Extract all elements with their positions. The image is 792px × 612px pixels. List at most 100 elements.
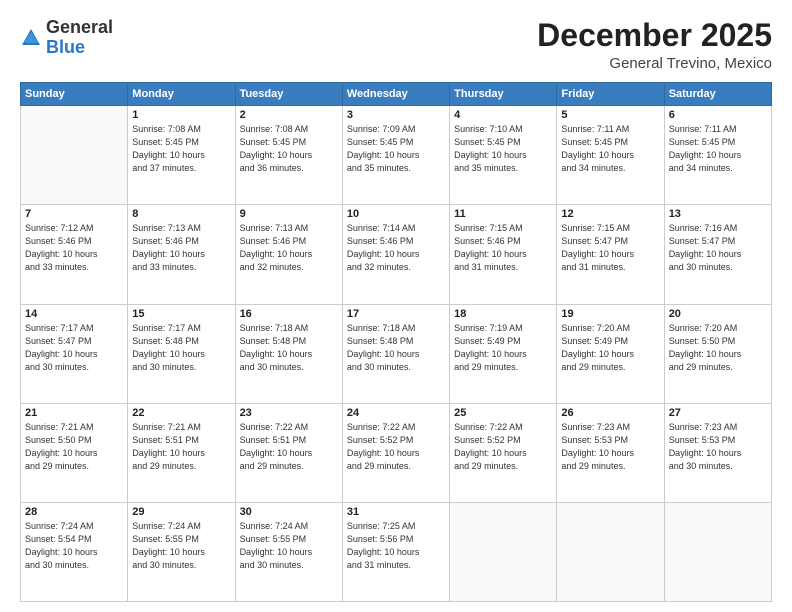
day-number: 12 [561,208,659,220]
calendar-week-row: 28 Sunrise: 7:24 AMSunset: 5:54 PMDayligh… [21,502,772,601]
day-number: 13 [669,208,767,220]
day-info: Sunrise: 7:22 AMSunset: 5:52 PMDaylight:… [454,421,552,473]
day-info: Sunrise: 7:11 AMSunset: 5:45 PMDaylight:… [561,123,659,175]
weekday-header: Saturday [664,83,771,106]
day-info: Sunrise: 7:24 AMSunset: 5:55 PMDaylight:… [240,520,338,572]
day-number: 30 [240,506,338,518]
month-title: December 2025 [537,18,772,53]
day-number: 16 [240,308,338,320]
logo-general: General [46,17,113,37]
day-info: Sunrise: 7:14 AMSunset: 5:46 PMDaylight:… [347,222,445,274]
calendar-cell: 15Sunrise: 7:17 AMSunset: 5:48 PMDayligh… [128,304,235,403]
calendar-cell: 25Sunrise: 7:22 AMSunset: 5:52 PMDayligh… [450,403,557,502]
calendar-cell: 6 Sunrise: 7:11 AMSunset: 5:45 PMDaylight… [664,106,771,205]
logo-text: General Blue [46,18,113,58]
day-info: Sunrise: 7:24 AMSunset: 5:54 PMDaylight:… [25,520,123,572]
day-number: 11 [454,208,552,220]
day-number: 20 [669,308,767,320]
weekday-header: Tuesday [235,83,342,106]
day-info: Sunrise: 7:08 AMSunset: 5:45 PMDaylight:… [240,123,338,175]
day-number: 24 [347,407,445,419]
weekday-header: Thursday [450,83,557,106]
day-number: 3 [347,109,445,121]
calendar-cell: 28 Sunrise: 7:24 AMSunset: 5:54 PMDayligh… [21,502,128,601]
day-info: Sunrise: 7:20 AMSunset: 5:49 PMDaylight:… [561,322,659,374]
calendar-cell: 5 Sunrise: 7:11 AMSunset: 5:45 PMDaylight… [557,106,664,205]
day-info: Sunrise: 7:21 AMSunset: 5:50 PMDaylight:… [25,421,123,473]
calendar-cell [450,502,557,601]
calendar-cell: 31 Sunrise: 7:25 AMSunset: 5:56 PMDayligh… [342,502,449,601]
weekday-header: Wednesday [342,83,449,106]
calendar-cell: 22 Sunrise: 7:21 AMSunset: 5:51 PMDayligh… [128,403,235,502]
calendar-week-row: 1 Sunrise: 7:08 AMSunset: 5:45 PMDaylight… [21,106,772,205]
day-info: Sunrise: 7:22 AMSunset: 5:52 PMDaylight:… [347,421,445,473]
calendar-cell: 30 Sunrise: 7:24 AMSunset: 5:55 PMDayligh… [235,502,342,601]
calendar-cell: 7 Sunrise: 7:12 AMSunset: 5:46 PMDaylight… [21,205,128,304]
calendar-cell: 10 Sunrise: 7:14 AMSunset: 5:46 PMDayligh… [342,205,449,304]
calendar-week-row: 7 Sunrise: 7:12 AMSunset: 5:46 PMDaylight… [21,205,772,304]
day-info: Sunrise: 7:11 AMSunset: 5:45 PMDaylight:… [669,123,767,175]
calendar-cell: 1Sunrise: 7:08 AMSunset: 5:45 PMDaylight… [128,106,235,205]
logo-icon [20,27,42,49]
calendar-cell: 24 Sunrise: 7:22 AMSunset: 5:52 PMDayligh… [342,403,449,502]
day-number: 23 [240,407,338,419]
calendar-cell: 17Sunrise: 7:18 AMSunset: 5:48 PMDayligh… [342,304,449,403]
title-area: December 2025 General Trevino, Mexico [537,18,772,72]
calendar-cell: 14Sunrise: 7:17 AMSunset: 5:47 PMDayligh… [21,304,128,403]
day-number: 7 [25,208,123,220]
day-number: 31 [347,506,445,518]
day-info: Sunrise: 7:12 AMSunset: 5:46 PMDaylight:… [25,222,123,274]
calendar-cell [557,502,664,601]
day-info: Sunrise: 7:22 AMSunset: 5:51 PMDaylight:… [240,421,338,473]
logo-blue: Blue [46,37,85,57]
day-number: 6 [669,109,767,121]
calendar-cell [664,502,771,601]
calendar-cell: 19Sunrise: 7:20 AMSunset: 5:49 PMDayligh… [557,304,664,403]
calendar-cell: 3 Sunrise: 7:09 AMSunset: 5:45 PMDaylight… [342,106,449,205]
day-number: 8 [132,208,230,220]
day-info: Sunrise: 7:17 AMSunset: 5:48 PMDaylight:… [132,322,230,374]
day-info: Sunrise: 7:20 AMSunset: 5:50 PMDaylight:… [669,322,767,374]
calendar-cell: 16 Sunrise: 7:18 AMSunset: 5:48 PMDayligh… [235,304,342,403]
weekday-header: Monday [128,83,235,106]
calendar-cell: 23 Sunrise: 7:22 AMSunset: 5:51 PMDayligh… [235,403,342,502]
calendar-cell: 26Sunrise: 7:23 AMSunset: 5:53 PMDayligh… [557,403,664,502]
calendar-week-row: 14Sunrise: 7:17 AMSunset: 5:47 PMDayligh… [21,304,772,403]
calendar-cell: 21Sunrise: 7:21 AMSunset: 5:50 PMDayligh… [21,403,128,502]
day-info: Sunrise: 7:25 AMSunset: 5:56 PMDaylight:… [347,520,445,572]
calendar-cell: 27Sunrise: 7:23 AMSunset: 5:53 PMDayligh… [664,403,771,502]
calendar-cell [21,106,128,205]
calendar-cell: 11 Sunrise: 7:15 AMSunset: 5:46 PMDayligh… [450,205,557,304]
day-number: 29 [132,506,230,518]
day-number: 4 [454,109,552,121]
day-info: Sunrise: 7:10 AMSunset: 5:45 PMDaylight:… [454,123,552,175]
location-title: General Trevino, Mexico [537,55,772,72]
day-number: 28 [25,506,123,518]
day-info: Sunrise: 7:21 AMSunset: 5:51 PMDaylight:… [132,421,230,473]
logo: General Blue [20,18,113,58]
calendar-cell: 12 Sunrise: 7:15 AMSunset: 5:47 PMDayligh… [557,205,664,304]
day-info: Sunrise: 7:15 AMSunset: 5:47 PMDaylight:… [561,222,659,274]
day-number: 1 [132,109,230,121]
day-number: 26 [561,407,659,419]
day-info: Sunrise: 7:13 AMSunset: 5:46 PMDaylight:… [240,222,338,274]
calendar-cell: 13Sunrise: 7:16 AMSunset: 5:47 PMDayligh… [664,205,771,304]
day-info: Sunrise: 7:23 AMSunset: 5:53 PMDaylight:… [669,421,767,473]
calendar-cell: 29Sunrise: 7:24 AMSunset: 5:55 PMDayligh… [128,502,235,601]
calendar-cell: 4 Sunrise: 7:10 AMSunset: 5:45 PMDaylight… [450,106,557,205]
day-info: Sunrise: 7:18 AMSunset: 5:48 PMDaylight:… [347,322,445,374]
day-number: 2 [240,109,338,121]
weekday-header-row: SundayMondayTuesdayWednesdayThursdayFrid… [21,83,772,106]
day-number: 10 [347,208,445,220]
day-number: 22 [132,407,230,419]
day-info: Sunrise: 7:09 AMSunset: 5:45 PMDaylight:… [347,123,445,175]
day-number: 18 [454,308,552,320]
calendar-cell: 18Sunrise: 7:19 AMSunset: 5:49 PMDayligh… [450,304,557,403]
day-info: Sunrise: 7:15 AMSunset: 5:46 PMDaylight:… [454,222,552,274]
calendar-cell: 8 Sunrise: 7:13 AMSunset: 5:46 PMDaylight… [128,205,235,304]
weekday-header: Friday [557,83,664,106]
calendar: SundayMondayTuesdayWednesdayThursdayFrid… [20,82,772,602]
day-info: Sunrise: 7:13 AMSunset: 5:46 PMDaylight:… [132,222,230,274]
day-info: Sunrise: 7:18 AMSunset: 5:48 PMDaylight:… [240,322,338,374]
day-number: 5 [561,109,659,121]
